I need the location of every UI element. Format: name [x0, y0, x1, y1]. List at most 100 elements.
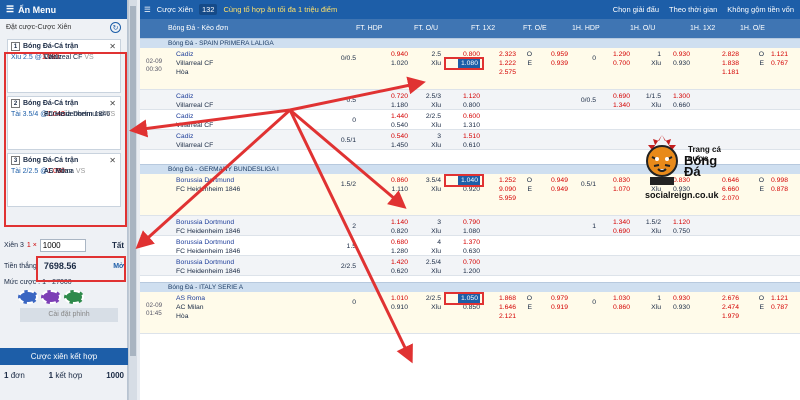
all-in-button[interactable]: Tất	[112, 241, 124, 250]
chip-icon[interactable]	[64, 290, 84, 304]
odds-cell[interactable]: 0.790	[458, 218, 480, 227]
parlay-tab[interactable]: Cược Xiên	[157, 5, 193, 14]
odds-cell[interactable]: 1.080	[458, 227, 480, 236]
odds-cell[interactable]: 0.750	[668, 227, 690, 236]
chip-icon[interactable]	[41, 290, 61, 304]
odds-cell[interactable]: 1.121	[766, 50, 788, 59]
refresh-icon[interactable]: ↻	[110, 22, 121, 33]
odds-cell[interactable]: 0.860	[386, 176, 408, 185]
home-team: Borussia Dortmund	[176, 259, 235, 266]
odds-cell[interactable]: 1.868	[494, 294, 516, 303]
scrollbar-thumb[interactable]	[130, 6, 136, 356]
odds-cell[interactable]: 2.828	[717, 50, 739, 59]
odds-cell[interactable]: 0.600	[458, 112, 480, 121]
scrollbar[interactable]	[128, 0, 137, 400]
odds-cell[interactable]: 2.575	[494, 68, 516, 77]
odds-cell[interactable]: 1.646	[494, 303, 516, 312]
odds-cell[interactable]: 2.323	[494, 50, 516, 59]
odds-cell[interactable]: 1.300	[668, 92, 690, 101]
odds-cell[interactable]: 1.030	[608, 294, 630, 303]
odds-cell[interactable]: 1.420	[386, 258, 408, 267]
odds-cell[interactable]: 1.450	[386, 141, 408, 150]
odds-cell[interactable]: 1.838	[717, 59, 739, 68]
home-team: Cadiz	[176, 51, 194, 58]
odds-cell[interactable]: 0.860	[608, 303, 630, 312]
odds-cell[interactable]: 0.939	[546, 59, 568, 68]
odds-cell[interactable]: 0.940	[386, 50, 408, 59]
hide-menu-header[interactable]: ☰ Ẩn Menu	[0, 0, 127, 19]
odds-cell[interactable]: 1.020	[386, 59, 408, 68]
odds-cell[interactable]: 0.930	[668, 50, 690, 59]
odds-cell[interactable]: 2.676	[717, 294, 739, 303]
odds-cell[interactable]: 2.474	[717, 303, 739, 312]
parlay-label: Xiên 3	[4, 241, 24, 249]
odds-cell[interactable]: 0.767	[766, 59, 788, 68]
odds-cell[interactable]: 0.949	[546, 176, 568, 185]
odds-cell[interactable]: 1.310	[458, 121, 480, 130]
odds-cell[interactable]: 0.540	[386, 132, 408, 141]
odds-cell[interactable]: 1.252	[494, 176, 516, 185]
odds-cell[interactable]: 0.930	[668, 303, 690, 312]
odds-cell[interactable]: 1.280	[386, 247, 408, 256]
ou-line: 3	[437, 219, 441, 226]
odds-cell[interactable]: 0.830	[608, 176, 630, 185]
odds-cell[interactable]: 0.959	[546, 50, 568, 59]
close-icon[interactable]: ✕	[109, 42, 116, 51]
odds-cell[interactable]: 0.690	[608, 227, 630, 236]
odds-cell[interactable]: 0.910	[386, 303, 408, 312]
odds-cell[interactable]: 0.690	[608, 92, 630, 101]
odds-cell[interactable]: 1.140	[386, 218, 408, 227]
chip-settings-button[interactable]: Cài đặt phỉnh	[20, 308, 118, 322]
odds-cell[interactable]: 1.440	[386, 112, 408, 121]
odds-cell[interactable]: 0.919	[546, 303, 568, 312]
select-league-dropdown[interactable]: Chọn giải đấu	[613, 5, 659, 14]
draw-label: Hòa	[176, 313, 189, 320]
odds-cell[interactable]: 0.630	[458, 247, 480, 256]
odds-cell[interactable]: 1.180	[386, 101, 408, 110]
odds-cell[interactable]: 0.610	[458, 141, 480, 150]
odds-cell[interactable]: 1.340	[608, 218, 630, 227]
odds-cell[interactable]: 0.820	[386, 227, 408, 236]
odds-cell[interactable]: 0.949	[546, 185, 568, 194]
odds-cell[interactable]: 1.510	[458, 132, 480, 141]
odds-cell[interactable]: 1.010	[386, 294, 408, 303]
odds-cell[interactable]: 0.930	[668, 59, 690, 68]
odds-cell[interactable]: 1.120	[668, 218, 690, 227]
sort-by-time-dropdown[interactable]: Theo thời gian	[669, 5, 717, 14]
combo-summary: 1 đơn 1 kết hợp 1000	[4, 371, 124, 380]
odds-cell[interactable]: 0.540	[386, 121, 408, 130]
odds-cell[interactable]: 1.340	[608, 101, 630, 110]
league-header: Bóng Đá - SPAIN PRIMERA LALIGA	[140, 38, 800, 48]
odds-cell[interactable]: 1.120	[458, 92, 480, 101]
odds-cell[interactable]: 0.700	[458, 258, 480, 267]
odds-cell[interactable]: 0.680	[386, 238, 408, 247]
odds-cell[interactable]: 1.370	[458, 238, 480, 247]
odds-cell[interactable]: 0.930	[668, 294, 690, 303]
chip-icon[interactable]	[18, 290, 38, 304]
odds-cell[interactable]: 0.800	[458, 101, 480, 110]
odds-cell[interactable]: 0.720	[386, 92, 408, 101]
odds-cell[interactable]: 0.998	[766, 176, 788, 185]
stake-option-dropdown[interactable]: Không gộm tiền vốn	[727, 5, 794, 14]
odds-cell[interactable]: 1.181	[717, 68, 739, 77]
odds-cell[interactable]: 0.878	[766, 185, 788, 194]
menu-icon[interactable]: ☰	[144, 5, 151, 14]
odds-cell[interactable]: 1.200	[458, 267, 480, 276]
odds-cell[interactable]: 0.979	[546, 294, 568, 303]
stake-input[interactable]	[39, 238, 86, 252]
odds-cell[interactable]: 1.222	[494, 59, 516, 68]
odds-cell[interactable]: 1.290	[608, 50, 630, 59]
odds-cell[interactable]: 1.121	[766, 294, 788, 303]
odds-cell[interactable]: 0.700	[608, 59, 630, 68]
match-row: Borussia Dortmund FC Heidenheim 1846 2/2.5…	[140, 256, 800, 276]
odds-cell[interactable]: 1.110	[386, 185, 408, 194]
odds-cell[interactable]: 0.660	[668, 101, 690, 110]
odds-cell[interactable]: 5.959	[494, 194, 516, 203]
odds-cell[interactable]: 2.121	[494, 312, 516, 321]
odds-cell[interactable]: 0.787	[766, 303, 788, 312]
odds-cell[interactable]: 1.979	[717, 312, 739, 321]
odds-cell[interactable]: 9.090	[494, 185, 516, 194]
odds-cell[interactable]: 1.070	[608, 185, 630, 194]
combo-bet-button[interactable]: Cược xiên kết hợp	[0, 348, 128, 365]
odds-cell[interactable]: 0.620	[386, 267, 408, 276]
